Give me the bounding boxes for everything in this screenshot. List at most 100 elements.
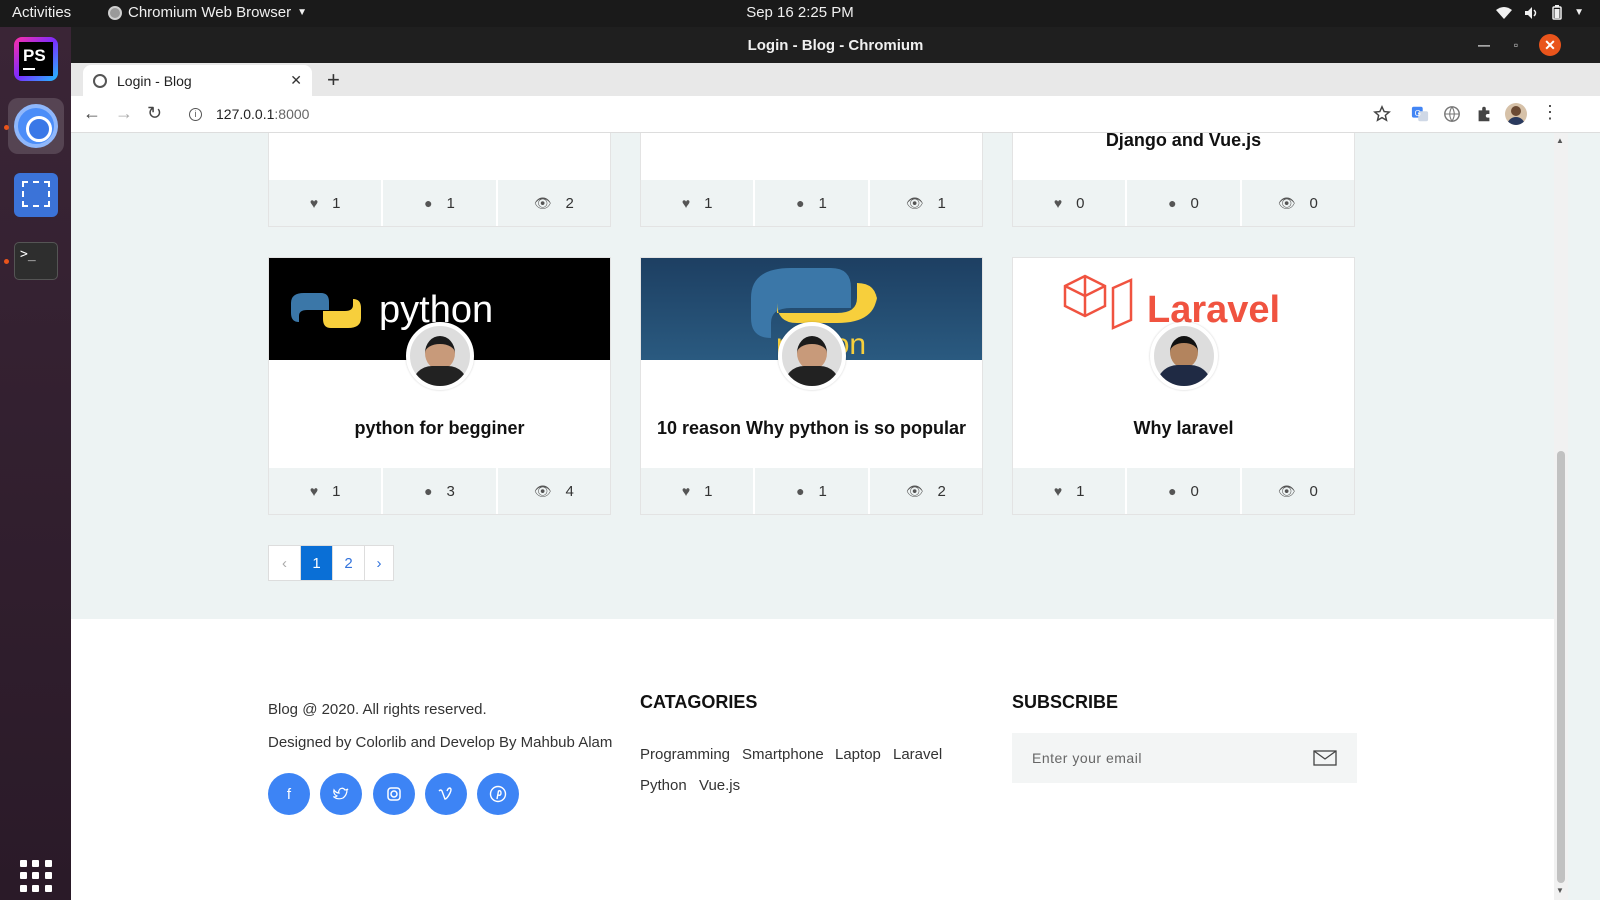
post-card[interactable]: ♥ 1 ● 1 👁 2 [268, 133, 611, 227]
activities-button[interactable]: Activities [12, 4, 71, 21]
like-count: 1 [332, 194, 341, 212]
scroll-up-arrow-icon[interactable]: ▲ [1556, 136, 1564, 145]
post-stats: ♥ 1 ● 1 👁 2 [269, 180, 610, 226]
instagram-icon[interactable] [373, 773, 415, 815]
pagination: ‹ 1 2 › [268, 545, 394, 581]
new-tab-icon[interactable]: + [327, 67, 340, 93]
pinterest-icon[interactable] [477, 773, 519, 815]
comment-icon[interactable]: ● [1168, 483, 1176, 499]
category-vuejs[interactable]: Vue.js [699, 777, 740, 794]
post-card[interactable]: ♥ 1 ● 1 👁 1 [640, 133, 983, 227]
post-title[interactable]: python for begginer [269, 418, 610, 439]
reload-icon[interactable]: ↻ [147, 103, 162, 124]
dock-terminal[interactable]: >_ [8, 233, 64, 289]
running-indicator [4, 125, 9, 130]
scrollbar-thumb[interactable] [1557, 451, 1565, 883]
pagination-prev[interactable]: ‹ [269, 546, 301, 580]
comment-count: 0 [1190, 482, 1199, 500]
show-applications-icon[interactable] [20, 860, 52, 892]
eye-icon: 👁 [1277, 482, 1296, 499]
email-input[interactable] [1032, 750, 1313, 766]
like-count: 1 [1076, 482, 1085, 500]
heart-icon[interactable]: ♥ [1054, 195, 1062, 211]
pagination-next[interactable]: › [365, 546, 393, 580]
category-programming[interactable]: Programming [640, 746, 730, 763]
post-title[interactable]: 10 reason Why python is so popular [641, 418, 982, 439]
dock-screenshot[interactable] [8, 167, 64, 223]
post-title[interactable]: Why laravel [1013, 418, 1354, 439]
post-card[interactable]: python python for begginer ♥ 1 ● 3 👁 4 [268, 257, 611, 515]
category-laptop[interactable]: Laptop [835, 746, 881, 763]
profile-avatar[interactable] [1505, 103, 1527, 125]
site-footer: Blog @ 2020. All rights reserved. Design… [71, 619, 1554, 900]
back-icon[interactable]: ← [83, 103, 101, 124]
heart-icon[interactable]: ♥ [682, 195, 690, 211]
bookmark-star-icon[interactable] [1373, 105, 1391, 123]
comment-icon[interactable]: ● [424, 483, 432, 499]
wifi-icon [1496, 6, 1513, 19]
globe-icon [93, 73, 107, 88]
comment-icon[interactable]: ● [796, 195, 804, 211]
clock[interactable]: Sep 16 2:25 PM [746, 4, 854, 21]
eye-icon: 👁 [533, 194, 552, 211]
facebook-icon[interactable]: f [268, 773, 310, 815]
screenshot-icon [14, 173, 58, 217]
categories-heading: CATAGORIES [640, 692, 758, 712]
window-titlebar: Login - Blog - Chromium — ▫ ✕ [71, 27, 1600, 63]
page-scrollbar[interactable]: ▲ ▼ [1554, 133, 1568, 900]
envelope-icon[interactable] [1313, 750, 1337, 766]
heart-icon[interactable]: ♥ [310, 195, 318, 211]
comment-icon[interactable]: ● [796, 483, 804, 499]
like-count: 1 [704, 482, 713, 500]
extension-globe-icon[interactable] [1443, 105, 1461, 123]
terminal-icon: >_ [14, 242, 58, 280]
post-title[interactable]: Django and Vue.js [1013, 133, 1354, 151]
post-card[interactable]: python 10 reason Why python is so popula… [640, 257, 983, 515]
chromium-icon [108, 5, 122, 20]
caret-down-icon: ▼ [297, 7, 308, 18]
phpstorm-label: PS [23, 46, 46, 65]
close-window-icon[interactable]: ✕ [1539, 34, 1561, 56]
pagination-page-2[interactable]: 2 [333, 546, 365, 580]
vimeo-icon[interactable] [425, 773, 467, 815]
close-tab-icon[interactable]: ✕ [290, 72, 302, 89]
page-content: ♥ 1 ● 1 👁 2 ♥ 1 ● 1 👁 1 Django and Vue.js ♥ 0 ●… [71, 133, 1554, 900]
address-bar[interactable]: i 127.0.0.1:8000 [175, 100, 1405, 128]
twitter-icon[interactable] [320, 773, 362, 815]
app-menu[interactable]: Chromium Web Browser ▼ [108, 4, 307, 21]
heart-icon[interactable]: ♥ [682, 483, 690, 499]
scroll-down-arrow-icon[interactable]: ▼ [1556, 886, 1564, 895]
comment-icon[interactable]: ● [1168, 195, 1176, 211]
chromium-icon [14, 104, 58, 148]
category-python[interactable]: Python [640, 777, 687, 794]
eye-icon: 👁 [905, 194, 924, 211]
pagination-page-1[interactable]: 1 [301, 546, 333, 580]
subscribe-heading: SUBSCRIBE [1012, 692, 1119, 712]
post-card[interactable]: Laravel Why laravel ♥ 1 ● 0 👁 0 [1012, 257, 1355, 515]
post-stats: ♥ 1 ● 3 👁 4 [269, 468, 610, 514]
post-stats: ♥ 1 ● 0 👁 0 [1013, 468, 1354, 514]
heart-icon[interactable]: ♥ [1054, 483, 1062, 499]
post-stats: ♥ 1 ● 1 👁 1 [641, 180, 982, 226]
extensions-puzzle-icon[interactable] [1475, 105, 1493, 123]
comment-count: 1 [818, 482, 827, 500]
system-tray[interactable]: ▼ [1496, 5, 1584, 20]
url-host: 127.0.0.1 [216, 106, 275, 122]
dock-chromium[interactable] [8, 98, 64, 154]
tab-title: Login - Blog [117, 72, 192, 89]
dock-phpstorm[interactable]: PS [8, 31, 64, 87]
browser-menu-icon[interactable]: ⋮ [1541, 102, 1559, 123]
category-laravel[interactable]: Laravel [893, 746, 942, 763]
forward-icon[interactable]: → [115, 103, 133, 124]
post-card[interactable]: Django and Vue.js ♥ 0 ● 0 👁 0 [1012, 133, 1355, 227]
minimize-icon[interactable]: — [1473, 34, 1495, 56]
category-smartphone[interactable]: Smartphone [742, 746, 824, 763]
ubuntu-dock: PS >_ [0, 27, 71, 900]
browser-tab[interactable]: Login - Blog ✕ [83, 65, 312, 96]
site-info-icon[interactable]: i [189, 107, 202, 121]
comment-icon[interactable]: ● [424, 195, 432, 211]
translate-icon[interactable]: G [1411, 105, 1429, 123]
heart-icon[interactable]: ♥ [310, 483, 318, 499]
eye-icon: 👁 [905, 482, 924, 499]
maximize-icon[interactable]: ▫ [1505, 34, 1527, 56]
